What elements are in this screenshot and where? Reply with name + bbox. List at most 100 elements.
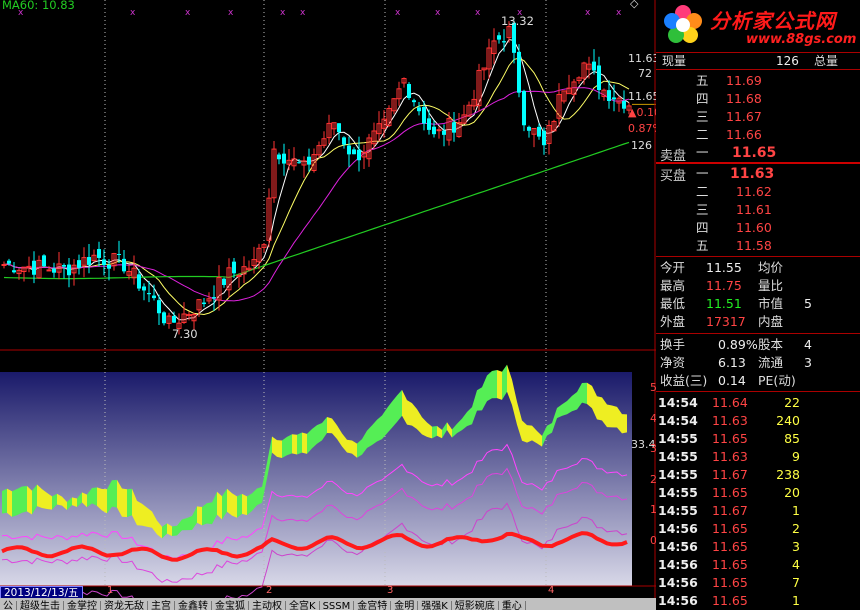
tick-volume: 238 — [776, 467, 800, 482]
tick-price: 11.65 — [712, 575, 748, 590]
top-marker: x — [300, 8, 306, 18]
indicator-band-segment — [122, 488, 127, 518]
tick-price: 11.65 — [712, 539, 748, 554]
formula-tab[interactable]: 金宝狐 — [212, 601, 249, 610]
candle-body — [417, 107, 421, 112]
candle-body — [62, 264, 66, 267]
tick-price: 11.63 — [712, 449, 748, 464]
volume-header: 现量 126 总量 — [656, 52, 860, 70]
candle-body — [137, 274, 141, 289]
candle-body — [147, 293, 151, 295]
indicator-band-segment — [257, 486, 262, 506]
sell-price: 11.69 — [726, 73, 762, 88]
formula-tab[interactable]: 主宫 — [148, 601, 175, 610]
formula-tab[interactable]: 金宫特 — [354, 601, 392, 610]
buy-price: 11.63 — [730, 166, 775, 182]
candle-body — [597, 65, 601, 91]
buy-level-label: 四 — [696, 220, 709, 235]
formula-tab[interactable]: 资龙无敌 — [101, 601, 148, 610]
indicator-band-segment — [497, 369, 502, 400]
indicator-band-segment — [612, 405, 617, 428]
candle-body — [452, 122, 456, 133]
period-marker: 3 — [387, 585, 394, 596]
indicator-band-segment — [232, 493, 237, 518]
candle-body — [622, 100, 626, 109]
stat-value: 11.75 — [706, 278, 742, 293]
indicator-band-segment — [487, 370, 492, 402]
mini-price-label: ▲0.10 — [628, 106, 661, 119]
kline-chart[interactable]: xxxxxxxxxxxx — [0, 0, 656, 610]
indicator-band-segment — [302, 432, 307, 454]
stat-label-2: 内盘 — [758, 314, 784, 329]
buy-level-label: 二 — [696, 184, 709, 199]
stat-value: 11.51 — [706, 296, 742, 311]
indicator-band-segment — [197, 506, 202, 526]
formula-tab[interactable]: 金鑫转 — [175, 601, 212, 610]
tick-price: 11.63 — [712, 413, 748, 428]
tick-price: 11.64 — [712, 395, 748, 410]
high-price-label: 13.32 — [501, 14, 534, 28]
formula-tab[interactable]: 重心 — [499, 601, 526, 610]
candle-body — [517, 51, 521, 93]
stat2-value-2: 4 — [804, 337, 812, 352]
tick-volume: 1 — [792, 503, 800, 518]
candle-body — [282, 153, 286, 164]
tick-price: 11.65 — [712, 593, 748, 608]
low-price-label: 7.30 — [172, 327, 198, 341]
candle-body — [607, 90, 611, 101]
candle-body — [432, 126, 436, 135]
formula-tab[interactable]: 全宫K — [286, 601, 320, 610]
stat2-label: 收益(三) — [660, 373, 708, 388]
buy-label: 买盘 — [660, 169, 687, 184]
formula-tab[interactable]: SSSM — [320, 601, 355, 610]
candle-body — [427, 118, 431, 130]
diamond-icon[interactable]: ◇ — [630, 0, 638, 10]
candle-body — [107, 264, 111, 269]
candle-body — [232, 261, 236, 274]
mini-price-label: 126 — [631, 139, 652, 152]
stat-label: 最高 — [660, 278, 686, 293]
ma10-line — [3, 57, 630, 316]
candle-body — [97, 249, 101, 258]
tick-volume: 85 — [784, 431, 800, 446]
stat-label-2: 均价 — [758, 260, 784, 275]
candle-body — [7, 260, 11, 264]
tick-volume: 9 — [792, 449, 800, 464]
ma60-label: MA60: 10.83 — [2, 0, 75, 12]
indicator-band-segment — [187, 515, 192, 531]
indicator-band-segment — [207, 502, 212, 525]
candle-body — [1, 263, 7, 266]
tick-volume: 240 — [776, 413, 800, 428]
candle-body — [87, 257, 91, 265]
candle-body — [297, 162, 301, 164]
indicator-band-segment — [597, 396, 602, 421]
candle-body — [172, 315, 176, 323]
candle-body — [222, 278, 226, 285]
stat-label-2: 市值 — [758, 296, 784, 311]
tick-time: 14:54 — [658, 395, 698, 410]
candle-body — [592, 61, 596, 71]
formula-tab[interactable]: 超级生击 — [17, 601, 64, 610]
tick-time: 14:54 — [658, 413, 698, 428]
indicator-band-segment — [142, 503, 147, 527]
indicator-band-segment — [2, 488, 7, 514]
tick-volume: 7 — [792, 575, 800, 590]
tick-time: 14:56 — [658, 521, 698, 536]
stat2-label-2: 流通 — [758, 355, 784, 370]
formula-tab[interactable]: 公 — [0, 601, 17, 610]
candle-body — [522, 90, 526, 126]
formula-tab[interactable]: 金明 — [391, 601, 419, 610]
candle-body — [186, 314, 192, 317]
tick-volume: 4 — [792, 557, 800, 572]
indicator-band-segment — [242, 493, 247, 516]
formula-tab[interactable]: 金掌控 — [64, 601, 101, 610]
sell-price: 11.67 — [726, 109, 762, 124]
formula-tab[interactable]: 短影碗底 — [452, 601, 499, 610]
chart-area[interactable]: xxxxxxxxxxxx MA60: 10.83 ◇ 13.32 7.30 10… — [0, 0, 705, 610]
formula-tab[interactable]: 强强K — [418, 601, 452, 610]
formula-tab[interactable]: 主动权 — [249, 601, 286, 610]
stat2-value-2: 3 — [804, 355, 812, 370]
indicator-band-segment — [237, 493, 242, 518]
period-marker: 4 — [548, 585, 555, 596]
logo-title: 分析家公式网 — [710, 9, 836, 33]
